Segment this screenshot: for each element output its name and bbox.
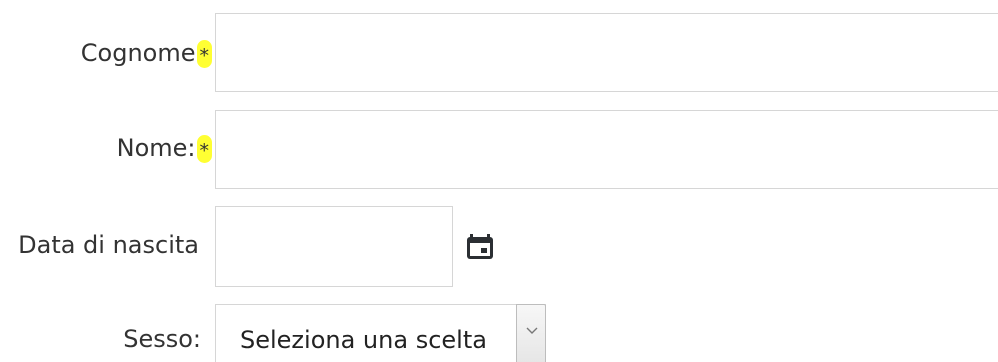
nome-label: Nome: * — [117, 133, 212, 163]
data-di-nascita-input[interactable] — [215, 206, 453, 287]
required-asterisk: * — [196, 40, 212, 68]
cognome-label: Cognome * — [81, 38, 212, 68]
nome-label-text: Nome: — [116, 134, 196, 162]
cognome-input[interactable] — [215, 13, 998, 92]
sesso-select[interactable]: Seleziona una scelta — [215, 304, 546, 362]
nome-input[interactable] — [215, 110, 998, 189]
required-asterisk: * — [196, 135, 212, 163]
sesso-selected-value: Seleziona una scelta — [240, 326, 487, 354]
cognome-label-text: Cognome — [80, 39, 196, 67]
calendar-icon[interactable] — [466, 234, 494, 260]
sesso-label: Sesso: — [123, 325, 201, 353]
select-arrow-button[interactable] — [516, 304, 546, 362]
chevron-down-icon — [526, 327, 538, 334]
data-di-nascita-label: Data di nascita — [18, 231, 199, 259]
